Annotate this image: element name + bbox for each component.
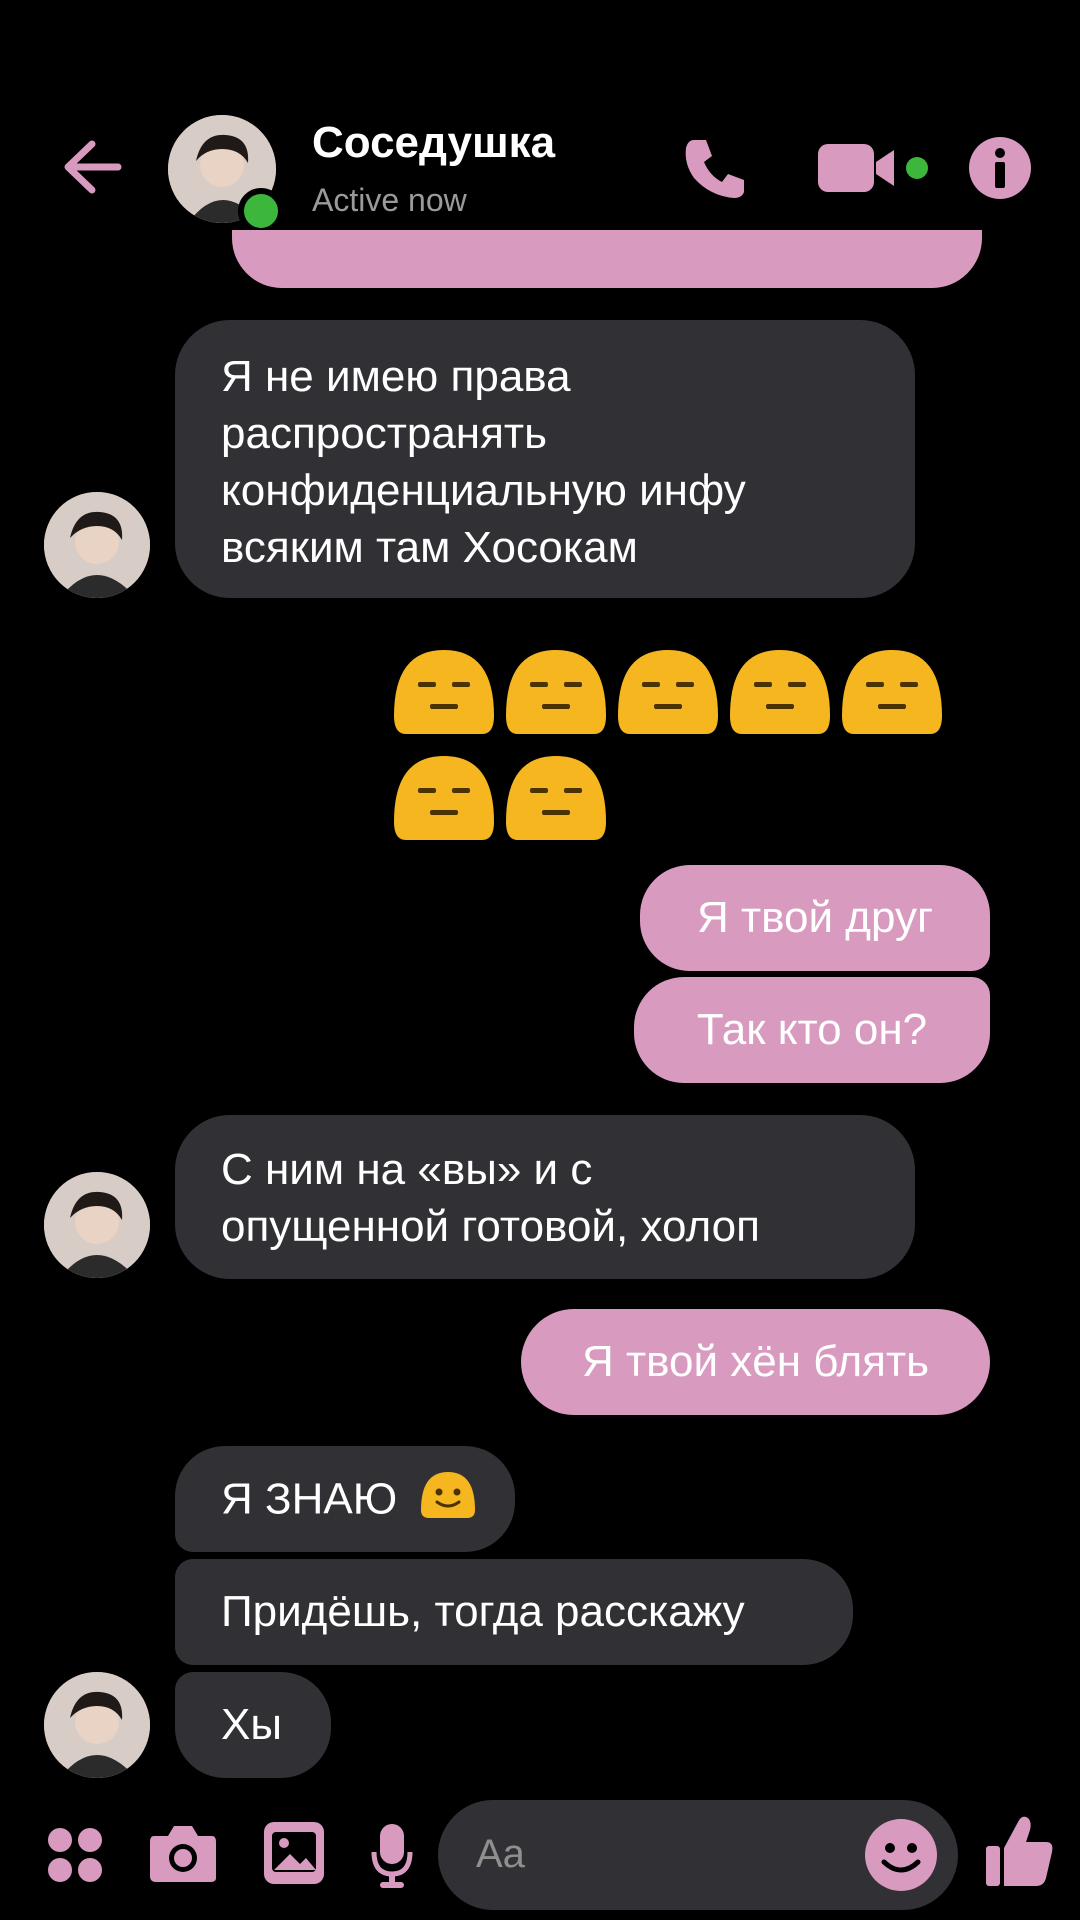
info-icon[interactable]	[968, 136, 1032, 200]
apps-icon[interactable]	[46, 1826, 104, 1884]
message-bubble-incoming[interactable]: Придёшь, тогда расскажу	[175, 1559, 853, 1665]
gallery-icon[interactable]	[262, 1820, 326, 1886]
camera-icon[interactable]	[148, 1822, 218, 1884]
message-input[interactable]: Aa	[438, 1800, 958, 1910]
message-text: Я ЗНАЮ	[221, 1474, 398, 1524]
sender-avatar	[44, 1672, 150, 1778]
sender-avatar	[44, 492, 150, 598]
slightly-smiling-face-icon	[419, 1470, 477, 1534]
message-bubble-outgoing[interactable]: Я твой хён блять	[521, 1309, 990, 1415]
chat-header: Соседушка Active now	[0, 0, 1080, 250]
contact-name[interactable]: Соседушка	[312, 118, 555, 168]
emoji-message[interactable]	[390, 646, 950, 846]
emoji-icon[interactable]	[864, 1818, 938, 1892]
microphone-icon[interactable]	[370, 1822, 414, 1890]
sender-avatar	[44, 1172, 150, 1278]
message-bubble-outgoing[interactable]: Я твой друг	[640, 865, 990, 971]
message-bubble-outgoing[interactable]: Так кто он?	[634, 977, 990, 1083]
contact-status: Active now	[312, 182, 467, 218]
message-bubble-incoming[interactable]: Хы	[175, 1672, 331, 1778]
message-bubble-incoming[interactable]: Я ЗНАЮ	[175, 1446, 515, 1552]
previous-message-bubble	[232, 230, 982, 288]
message-input-placeholder: Aa	[476, 1832, 525, 1876]
message-bubble-incoming[interactable]: С ним на «вы» и с опущенной готовой, хол…	[175, 1115, 915, 1279]
online-status-dot	[238, 188, 284, 234]
back-arrow-icon[interactable]	[58, 132, 128, 202]
video-camera-icon[interactable]	[816, 138, 936, 198]
message-bubble-incoming[interactable]: Я не имею права распространять конфиденц…	[175, 320, 915, 598]
thumbs-up-icon[interactable]	[984, 1812, 1054, 1888]
phone-icon[interactable]	[680, 132, 752, 204]
